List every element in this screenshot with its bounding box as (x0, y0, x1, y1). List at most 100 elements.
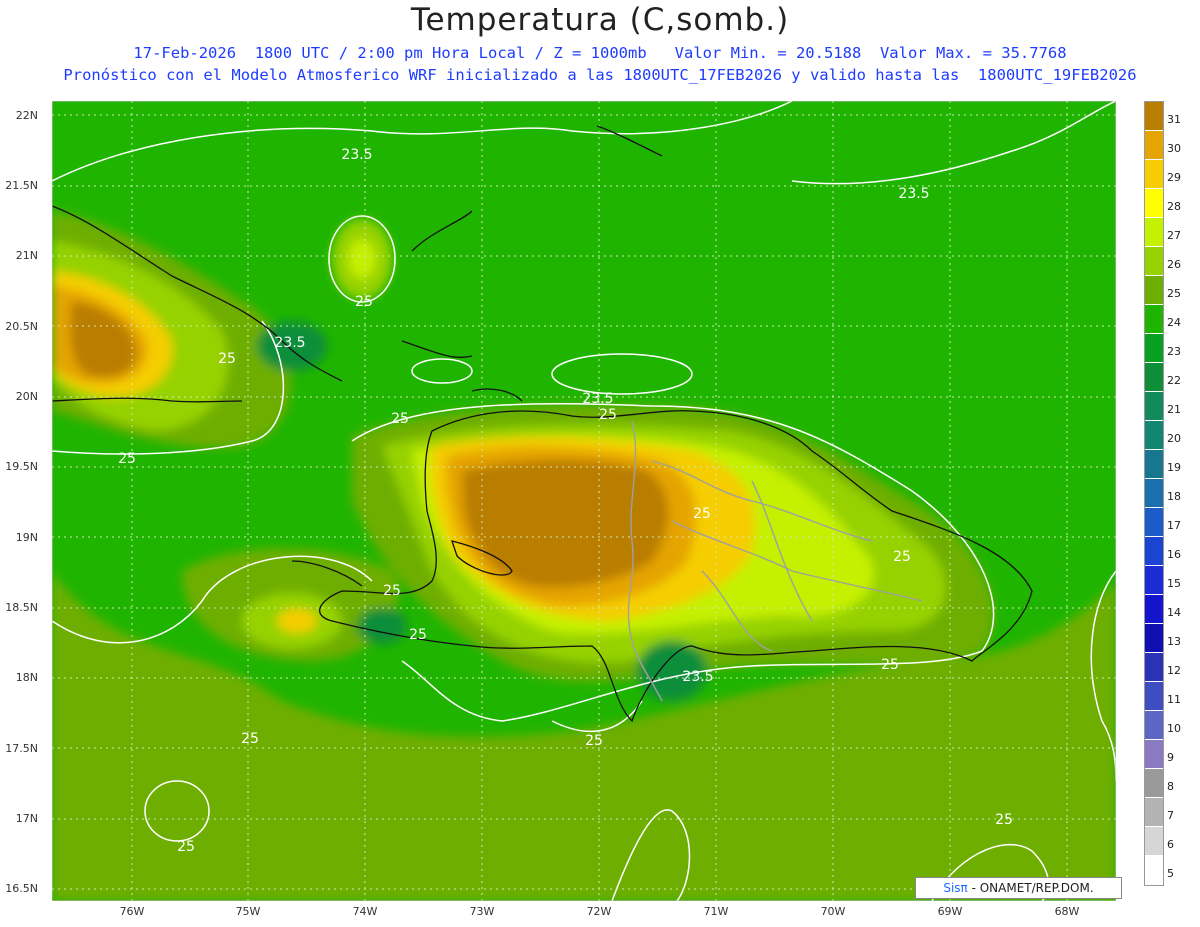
zone-28-jamaica (277, 609, 317, 633)
legend-label: 25 (1167, 287, 1181, 300)
legend-label: 16 (1167, 548, 1181, 561)
lat-label: 16.5N (5, 882, 38, 895)
legend-swatch (1145, 276, 1163, 305)
legend-label: 22 (1167, 374, 1181, 387)
legend-swatch (1145, 131, 1163, 160)
legend-label: 20 (1167, 432, 1181, 445)
legend-label: 6 (1167, 838, 1174, 851)
contour-label: 25 (893, 549, 911, 565)
legend-swatch (1145, 334, 1163, 363)
legend-label: 7 (1167, 809, 1174, 822)
lat-label: 18N (15, 671, 38, 684)
contour-label: 25 (355, 294, 373, 310)
legend-swatch (1145, 421, 1163, 450)
legend-swatch (1145, 363, 1163, 392)
contour-label: 25 (409, 627, 427, 643)
zone-28-bahamas (348, 239, 376, 279)
temperature-map: 23.5 23.5 23.5 23.5 25 25 25 25 25 25 25… (52, 101, 1116, 901)
legend-label: 12 (1167, 664, 1181, 677)
legend-label: 31 (1167, 113, 1181, 126)
lat-label: 17.5N (5, 742, 38, 755)
legend-label: 29 (1167, 171, 1181, 184)
legend-swatch (1145, 740, 1163, 769)
legend-swatch (1145, 247, 1163, 276)
lat-label: 18.5N (5, 601, 38, 614)
lat-label: 22N (15, 109, 38, 122)
legend-swatch (1145, 305, 1163, 334)
contour-label: 23.5 (341, 147, 372, 163)
contour-label: 25 (241, 731, 259, 747)
legend-swatch (1145, 102, 1163, 131)
contour-label: 23.5 (682, 669, 713, 685)
legend-label: 21 (1167, 403, 1181, 416)
map-title: Temperatura (C,somb.) (410, 2, 790, 38)
legend-label: 30 (1167, 142, 1181, 155)
legend-label: 11 (1167, 693, 1181, 706)
contour-label: 25 (118, 451, 136, 467)
legend-swatch (1145, 189, 1163, 218)
legend-label: 13 (1167, 635, 1181, 648)
lat-label: 21.5N (5, 179, 38, 192)
legend-label: 27 (1167, 229, 1181, 242)
legend-label: 28 (1167, 200, 1181, 213)
legend-label: 18 (1167, 490, 1181, 503)
lon-label: 73W (469, 905, 495, 918)
legend-swatch (1145, 537, 1163, 566)
contour-label: 25 (599, 407, 617, 423)
legend-swatch (1145, 624, 1163, 653)
lat-label: 19N (15, 531, 38, 544)
lon-label: 71W (703, 905, 729, 918)
legend-swatch (1145, 856, 1163, 885)
lat-label: 19.5N (5, 460, 38, 473)
credit-text: - ONAMET/REP.DOM. (967, 881, 1094, 895)
lon-label: 76W (119, 905, 145, 918)
lon-label: 75W (235, 905, 261, 918)
contour-label: 25 (177, 839, 195, 855)
contour-label: 23.5 (274, 335, 305, 351)
lon-label: 70W (820, 905, 846, 918)
legend-label: 19 (1167, 461, 1181, 474)
lat-label: 20N (15, 390, 38, 403)
legend-swatch (1145, 508, 1163, 537)
legend-label: 23 (1167, 345, 1181, 358)
color-scale-legend (1144, 101, 1164, 886)
legend-label: 17 (1167, 519, 1181, 532)
contour-label: 25 (585, 733, 603, 749)
lat-label: 17N (15, 812, 38, 825)
legend-label: 9 (1167, 751, 1174, 764)
legend-label: 15 (1167, 577, 1181, 590)
credit-box: Sisπ - ONAMET/REP.DOM. (915, 877, 1122, 899)
contour-label: 25 (881, 657, 899, 673)
contour-label: 25 (218, 351, 236, 367)
legend-swatch (1145, 450, 1163, 479)
legend-label: 14 (1167, 606, 1181, 619)
lon-label: 72W (586, 905, 612, 918)
contour-label: 23.5 (582, 391, 613, 407)
legend-swatch (1145, 653, 1163, 682)
lat-label: 20.5N (5, 320, 38, 333)
legend-swatch (1145, 827, 1163, 856)
legend-label: 8 (1167, 780, 1174, 793)
lon-label: 68W (1054, 905, 1080, 918)
contour-label: 23.5 (898, 186, 929, 202)
legend-swatch (1145, 711, 1163, 740)
legend-swatch (1145, 160, 1163, 189)
contour-label: 25 (383, 583, 401, 599)
zone-23-haiti-sw (357, 608, 407, 644)
lon-label: 69W (937, 905, 963, 918)
contour-label: 25 (693, 506, 711, 522)
legend-label: 5 (1167, 867, 1174, 880)
lon-label: 74W (352, 905, 378, 918)
contour-label: 25 (391, 411, 409, 427)
lat-label: 21N (15, 249, 38, 262)
legend-swatch (1145, 769, 1163, 798)
legend-swatch (1145, 798, 1163, 827)
legend-label: 24 (1167, 316, 1181, 329)
map-subtitle-model-info: Pronóstico con el Modelo Atmosferico WRF… (63, 66, 1137, 84)
legend-swatch (1145, 682, 1163, 711)
legend-swatch (1145, 218, 1163, 247)
contour-label: 25 (995, 812, 1013, 828)
legend-label: 10 (1167, 722, 1181, 735)
map-subtitle-valid-time: 17-Feb-2026 1800 UTC / 2:00 pm Hora Loca… (133, 44, 1067, 62)
legend-swatch (1145, 595, 1163, 624)
